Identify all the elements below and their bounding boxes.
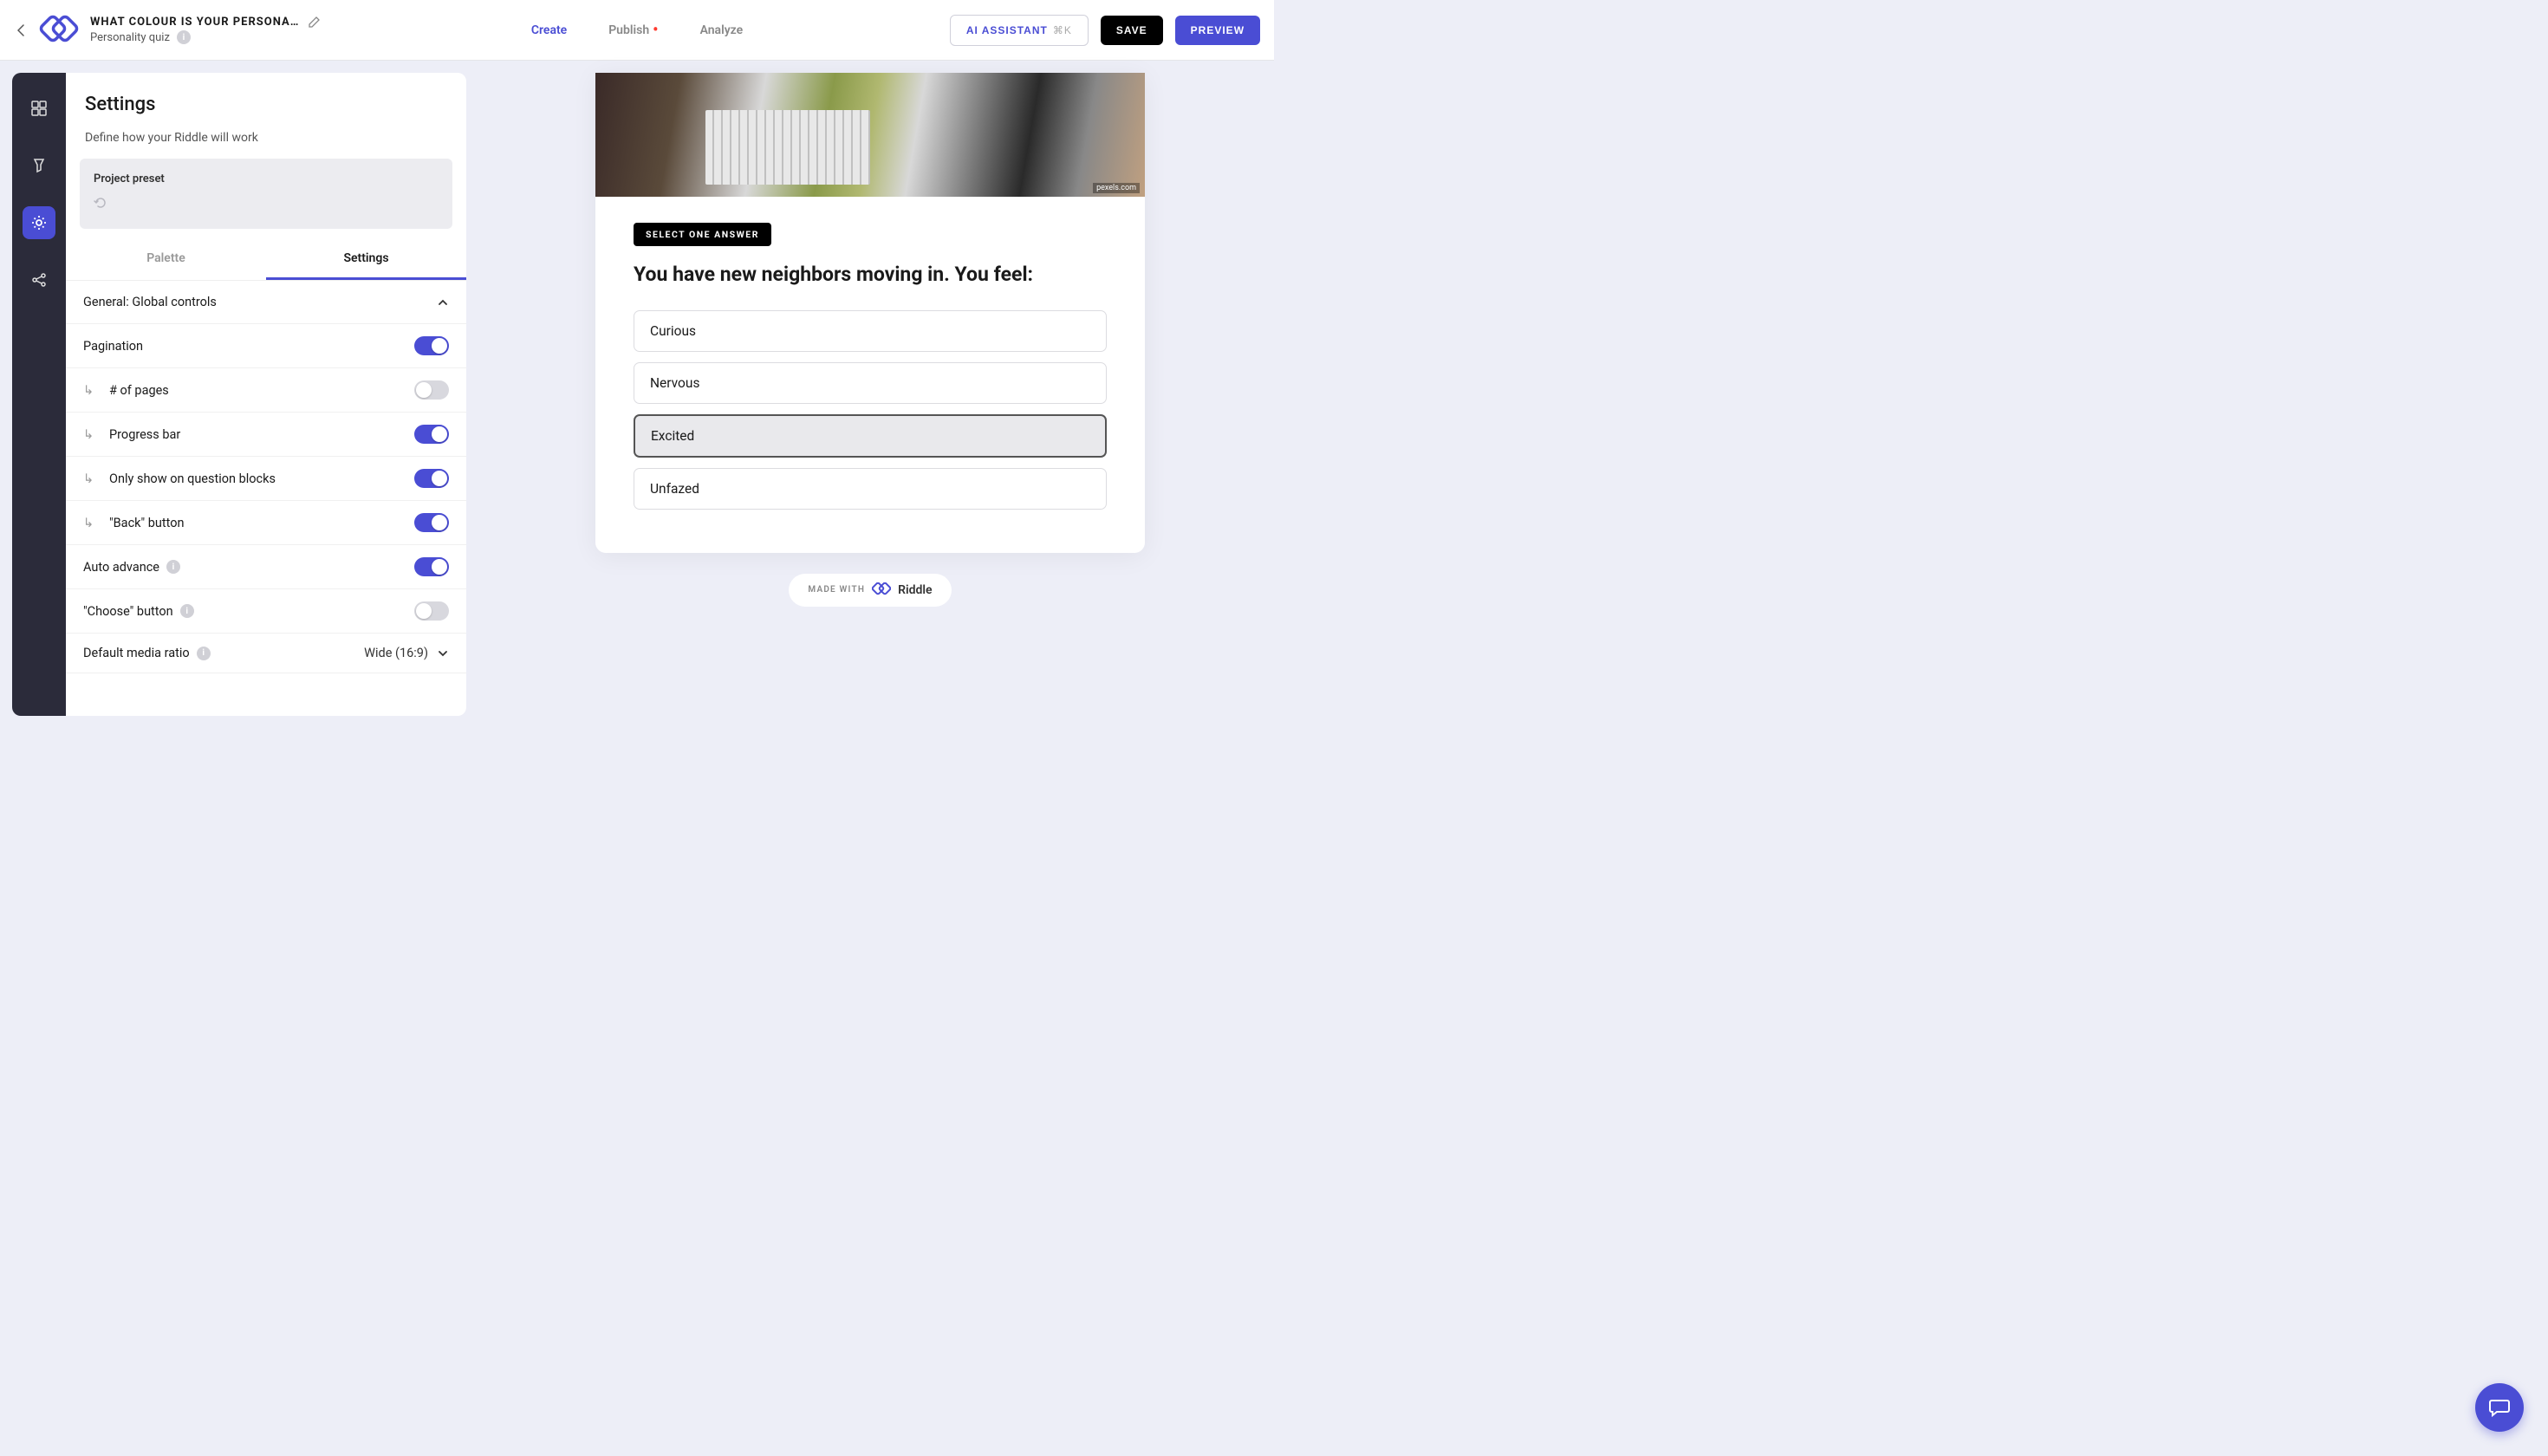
chevron-up-icon — [437, 296, 449, 309]
toggle-only-question[interactable] — [414, 469, 449, 488]
save-button[interactable]: SAVE — [1101, 16, 1163, 45]
preview-area: pexels.com SELECT ONE ANSWER You have ne… — [466, 73, 1274, 716]
row-auto-advance: Auto advancei — [66, 545, 466, 589]
panel-title: Settings — [85, 94, 447, 115]
settings-panel: Settings Define how your Riddle will wor… — [66, 73, 466, 716]
row-progress-bar: ↳Progress bar — [66, 413, 466, 457]
answer-option[interactable]: Nervous — [634, 362, 1107, 404]
preset-label: Project preset — [94, 172, 439, 185]
riddle-logo-icon[interactable] — [38, 14, 80, 47]
chat-fab[interactable] — [2475, 1383, 2524, 1432]
row-num-pages: ↳# of pages — [66, 368, 466, 413]
info-icon[interactable]: i — [177, 30, 191, 44]
toggle-num-pages[interactable] — [414, 380, 449, 400]
toggle-back-button[interactable] — [414, 513, 449, 532]
tab-palette[interactable]: Palette — [66, 237, 266, 280]
share-icon[interactable] — [23, 263, 55, 296]
info-icon[interactable]: i — [180, 604, 194, 618]
tab-analyze[interactable]: Analyze — [700, 23, 744, 37]
chevron-down-icon — [437, 647, 449, 660]
unpublished-dot-icon: • — [653, 26, 658, 35]
preview-button[interactable]: PREVIEW — [1175, 16, 1260, 45]
row-default-ratio: Default media ratioi Wide (16:9) — [66, 634, 466, 673]
row-choose-button: "Choose" buttoni — [66, 589, 466, 634]
blocks-icon[interactable] — [23, 92, 55, 125]
tab-create[interactable]: Create — [531, 23, 567, 37]
reset-icon[interactable] — [94, 196, 439, 210]
sub-arrow-icon: ↳ — [83, 471, 94, 486]
project-title: WHAT COLOUR IS YOUR PERSONA… — [90, 16, 299, 29]
edit-title-icon[interactable] — [308, 16, 320, 29]
panel-description: Define how your Riddle will work — [66, 124, 466, 159]
toggle-pagination[interactable] — [414, 336, 449, 355]
answer-type-badge: SELECT ONE ANSWER — [634, 223, 771, 246]
design-icon[interactable] — [23, 149, 55, 182]
chat-icon — [2488, 1396, 2511, 1419]
settings-icon[interactable] — [23, 206, 55, 239]
riddle-logo-icon — [872, 582, 891, 598]
project-type: Personality quiz — [90, 31, 170, 44]
sidebar-rail — [12, 73, 66, 716]
ai-assistant-button[interactable]: AI ASSISTANT⌘K — [950, 15, 1089, 46]
sub-arrow-icon: ↳ — [83, 516, 94, 530]
preview-image: pexels.com — [595, 73, 1145, 197]
tab-publish[interactable]: Publish• — [608, 23, 658, 37]
tab-settings[interactable]: Settings — [266, 237, 466, 280]
toggle-progress-bar[interactable] — [414, 425, 449, 444]
row-back-button: ↳"Back" button — [66, 501, 466, 545]
answer-option[interactable]: Unfazed — [634, 468, 1107, 510]
question-text: You have new neighbors moving in. You fe… — [634, 262, 1107, 288]
toggle-choose-button[interactable] — [414, 601, 449, 621]
back-button[interactable] — [14, 21, 28, 40]
row-only-question: ↳Only show on question blocks — [66, 457, 466, 501]
preview-card: pexels.com SELECT ONE ANSWER You have ne… — [595, 73, 1145, 553]
section-general[interactable]: General: Global controls — [66, 281, 466, 324]
row-pagination: Pagination — [66, 324, 466, 368]
image-credit: pexels.com — [1093, 183, 1140, 193]
answer-option[interactable]: Excited — [634, 414, 1107, 458]
sub-arrow-icon: ↳ — [83, 427, 94, 442]
made-with-badge[interactable]: MADE WITH Riddle — [789, 574, 951, 607]
toggle-auto-advance[interactable] — [414, 557, 449, 576]
info-icon[interactable]: i — [197, 647, 211, 660]
sub-arrow-icon: ↳ — [83, 383, 94, 398]
project-preset-box[interactable]: Project preset — [80, 159, 452, 229]
answer-option[interactable]: Curious — [634, 310, 1107, 352]
select-media-ratio[interactable]: Wide (16:9) — [364, 646, 449, 660]
info-icon[interactable]: i — [166, 560, 180, 574]
